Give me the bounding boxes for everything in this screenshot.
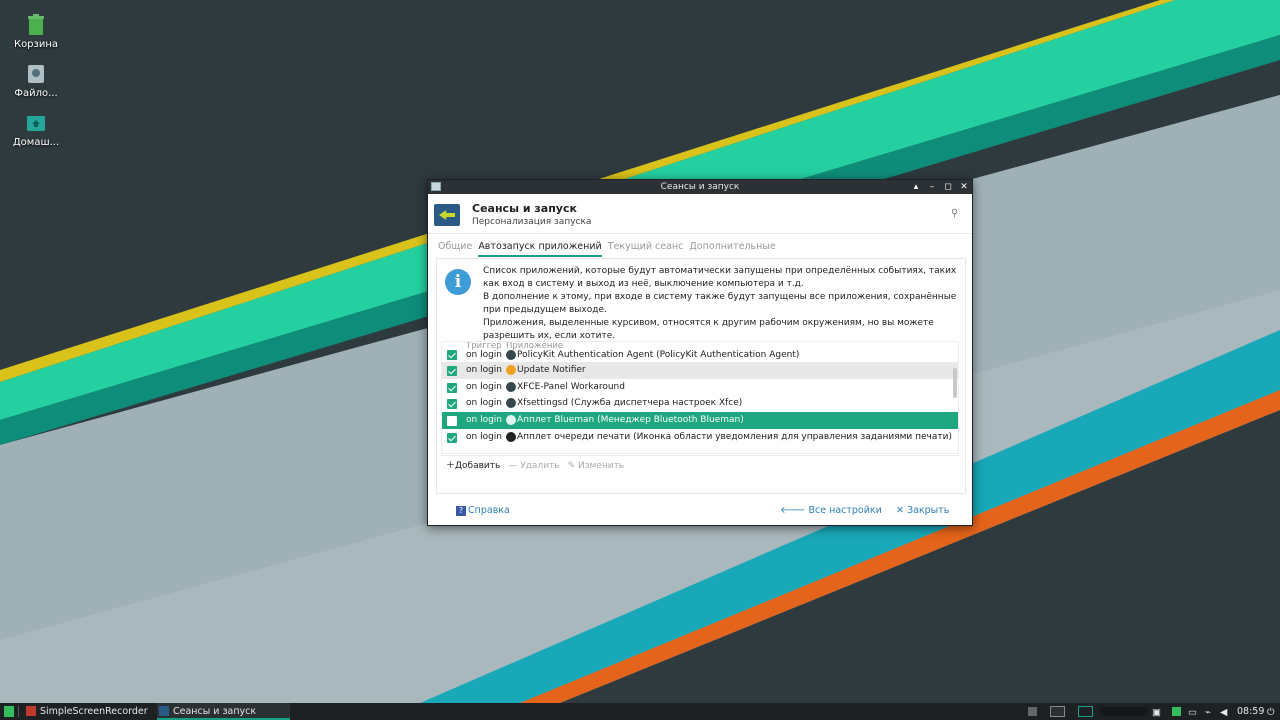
application-cell: PolicyKit Authentication Agent (PolicyKi… bbox=[517, 350, 800, 360]
header-title: Сеансы и запуск bbox=[472, 202, 577, 215]
desktop-icon-home[interactable]: Домаш... bbox=[6, 112, 66, 148]
user-icon[interactable]: ⏻ bbox=[1267, 707, 1276, 718]
task-session-startup[interactable]: Сеансы и запуск bbox=[157, 703, 290, 720]
trash-icon bbox=[28, 14, 44, 35]
window-title: Сеансы и запуск bbox=[660, 182, 740, 192]
desktop-icon-label: Файло... bbox=[14, 88, 58, 99]
update-icon bbox=[506, 365, 516, 375]
enable-checkbox[interactable] bbox=[447, 432, 457, 443]
header-subtitle: Персонализация запуска bbox=[472, 217, 592, 227]
arrow-left-icon: 🡐 bbox=[780, 505, 809, 516]
autostart-row[interactable]: on login Апплет Blueman (Менеджер Bluetoo… bbox=[442, 412, 958, 429]
taskbar: SimpleScreenRecorder Сеансы и запуск ▣ ▭… bbox=[0, 703, 1280, 720]
session-startup-window: Сеансы и запуск ▴ – ◻ ✕ Сеансы и запуск … bbox=[427, 179, 973, 526]
taskbar-separator bbox=[18, 706, 19, 717]
enable-checkbox[interactable] bbox=[447, 350, 457, 360]
update-tray-icon[interactable] bbox=[1172, 707, 1181, 716]
autostart-row[interactable]: on login Xfsettingsd (Служба диспетчера н… bbox=[442, 395, 958, 412]
edit-button[interactable]: ✎ Изменить bbox=[568, 456, 625, 475]
volume-icon[interactable]: ◀ bbox=[1220, 707, 1229, 718]
show-desktop-icon[interactable] bbox=[1028, 707, 1037, 716]
info-text-3: Приложения, выделенные курсивом, относят… bbox=[483, 318, 934, 341]
trigger-cell: on login bbox=[466, 350, 502, 360]
close-icon: ✕ bbox=[896, 505, 907, 516]
tab-bar: Общие Автозапуск приложений Текущий сеан… bbox=[438, 241, 776, 257]
help-button[interactable]: ? Справка bbox=[456, 505, 510, 516]
autostart-row[interactable]: on login XFCE-Panel Workaround bbox=[442, 379, 958, 396]
tab-autostart[interactable]: Автозапуск приложений bbox=[478, 241, 602, 257]
trigger-cell: on login bbox=[466, 431, 502, 442]
autostart-row[interactable]: on login Update Notifier bbox=[442, 362, 958, 379]
desktop-icon-trash[interactable]: Корзина bbox=[6, 14, 66, 50]
close-button[interactable]: ✕ Закрыть bbox=[896, 505, 949, 516]
tab-general[interactable]: Общие bbox=[438, 241, 472, 257]
enable-checkbox[interactable] bbox=[447, 366, 457, 376]
file-manager-icon bbox=[28, 65, 44, 83]
trigger-cell: on login bbox=[466, 381, 502, 392]
menu-icon[interactable] bbox=[4, 706, 14, 717]
gear-icon bbox=[506, 381, 516, 392]
maximize-button[interactable]: ◻ bbox=[943, 180, 953, 194]
workspace-2[interactable] bbox=[1078, 706, 1093, 717]
application-cell: Апплет очереди печати (Иконка области ув… bbox=[517, 431, 952, 442]
application-cell: Xfsettingsd (Служба диспетчера настроек … bbox=[517, 398, 743, 409]
printer-icon bbox=[506, 431, 516, 442]
info-text-1: Список приложений, которые будут автомат… bbox=[483, 266, 957, 289]
enable-checkbox[interactable] bbox=[447, 382, 457, 393]
list-scrollbar[interactable] bbox=[953, 368, 957, 398]
clock[interactable]: 08:59 bbox=[1237, 703, 1264, 720]
add-button[interactable]: ＋Добавить bbox=[446, 456, 500, 475]
session-startup-icon bbox=[434, 204, 460, 226]
close-window-button[interactable]: ✕ bbox=[959, 180, 969, 194]
network-icon[interactable]: ⌁ bbox=[1205, 707, 1214, 718]
window-titlebar[interactable]: Сеансы и запуск ▴ – ◻ ✕ bbox=[428, 180, 972, 194]
minimize-button[interactable]: – bbox=[927, 180, 937, 194]
workspace-preview[interactable] bbox=[1100, 707, 1148, 716]
dialog-footer: ? Справка 🡐 Все настройки ✕ Закрыть bbox=[428, 500, 974, 522]
session-startup-icon bbox=[159, 706, 169, 716]
shield-icon bbox=[506, 350, 516, 360]
task-simplescreenrecorder[interactable]: SimpleScreenRecorder bbox=[24, 703, 154, 720]
notification-icon[interactable]: ▭ bbox=[1188, 707, 1197, 718]
autostart-list: Триггер Приложение on login PolicyKit Aut… bbox=[441, 341, 959, 454]
list-toolbar: ＋Добавить — Удалить ✎ Изменить bbox=[441, 455, 959, 475]
window-app-icon bbox=[431, 182, 441, 191]
screen-recorder-tray-icon[interactable]: ▣ bbox=[1152, 707, 1161, 718]
trigger-cell: on login bbox=[466, 398, 502, 409]
trigger-cell: on login bbox=[466, 365, 502, 375]
application-cell: Апплет Blueman (Менеджер Bluetooth Bluem… bbox=[517, 415, 744, 426]
info-icon: i bbox=[445, 269, 471, 295]
gear-icon bbox=[506, 398, 516, 409]
application-cell: Update Notifier bbox=[517, 365, 586, 375]
bluetooth-icon bbox=[506, 415, 516, 426]
home-folder-icon bbox=[27, 116, 45, 131]
remove-button[interactable]: — Удалить bbox=[508, 456, 559, 475]
desktop-icon-label: Корзина bbox=[13, 39, 59, 50]
shade-up-icon[interactable]: ▴ bbox=[911, 180, 921, 194]
desktop-icon-label: Домаш... bbox=[12, 137, 60, 148]
recorder-icon bbox=[26, 706, 36, 716]
search-icon[interactable]: ⚲ bbox=[951, 208, 962, 219]
workspace-1[interactable] bbox=[1050, 706, 1065, 717]
all-settings-button[interactable]: 🡐 Все настройки bbox=[780, 505, 882, 516]
application-cell: XFCE-Panel Workaround bbox=[517, 381, 625, 392]
info-text-2: В дополнение к этому, при входе в систем… bbox=[483, 292, 957, 315]
enable-checkbox[interactable] bbox=[447, 399, 457, 410]
autostart-panel: i Список приложений, которые будут автом… bbox=[436, 258, 966, 494]
tab-current-session[interactable]: Текущий сеанс bbox=[608, 241, 684, 257]
tab-advanced[interactable]: Дополнительные bbox=[689, 241, 775, 257]
enable-checkbox[interactable] bbox=[447, 416, 457, 427]
trigger-cell: on login bbox=[466, 415, 502, 426]
autostart-row[interactable]: on login Апплет очереди печати (Иконка об… bbox=[442, 429, 958, 446]
dialog-header: Сеансы и запуск Персонализация запуска ⚲ bbox=[428, 194, 972, 234]
autostart-row[interactable]: on login PolicyKit Authentication Agent (… bbox=[442, 350, 958, 362]
help-icon: ? bbox=[456, 506, 466, 516]
desktop-icon-file-manager[interactable]: Файло... bbox=[6, 63, 66, 99]
